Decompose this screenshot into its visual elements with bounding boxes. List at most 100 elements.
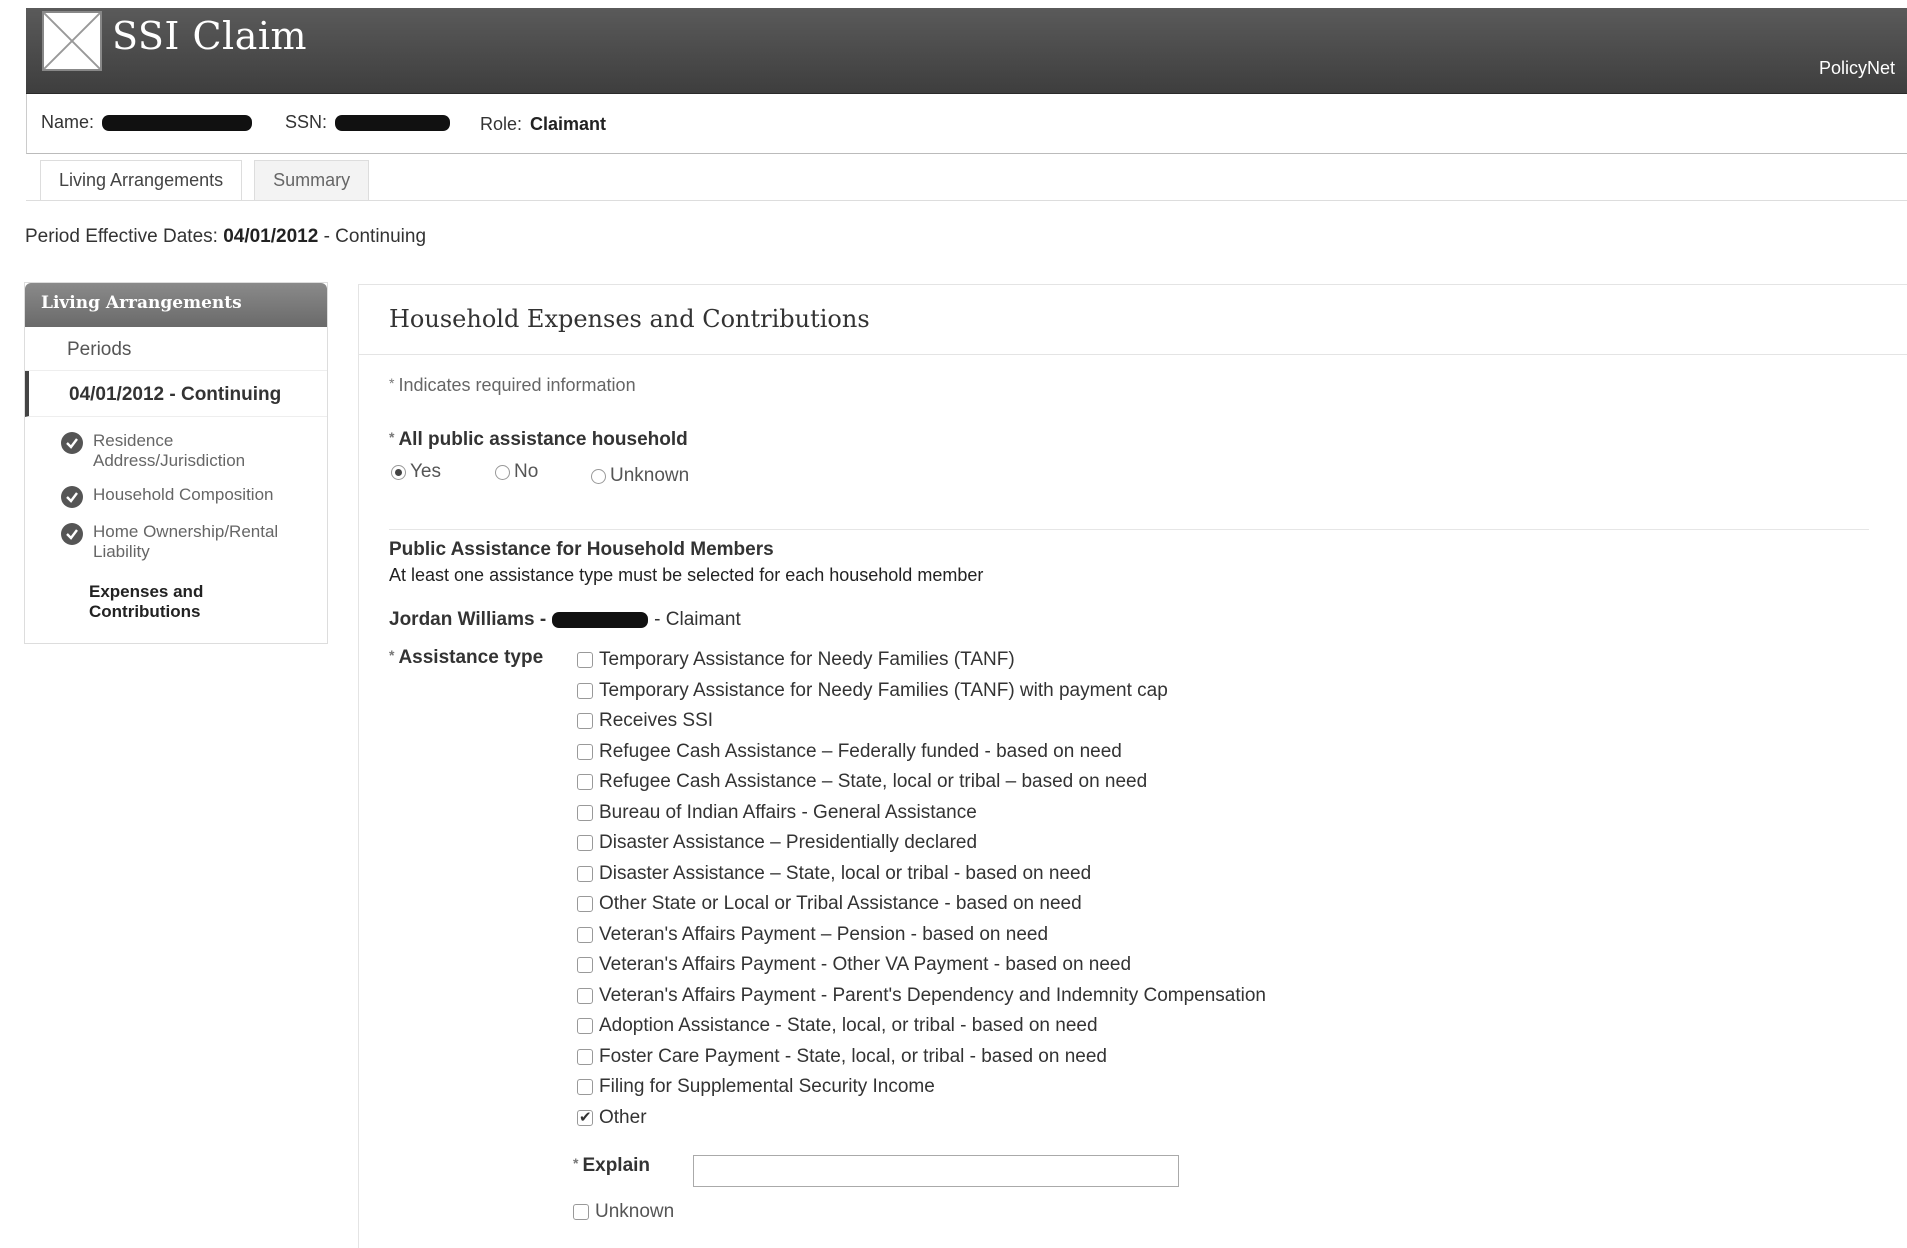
radio-yes[interactable]: Yes — [391, 461, 441, 483]
explain-label-text: Explain — [582, 1155, 651, 1176]
checkbox-label: Temporary Assistance for Needy Families … — [599, 679, 1168, 701]
sidebar: Living Arrangements Periods 04/01/2012 -… — [24, 282, 328, 644]
assistance-type-option[interactable]: Filing for Supplemental Security Income — [577, 1076, 935, 1098]
checkbox[interactable] — [577, 713, 593, 729]
assistance-type-option[interactable]: Foster Care Payment - State, local, or t… — [577, 1046, 1107, 1068]
assistance-type-option[interactable]: Refugee Cash Assistance – State, local o… — [577, 771, 1147, 793]
sidebar-step-label: Home Ownership/Rental Liability — [93, 522, 279, 561]
sidebar-step-label: Household Composition — [93, 485, 274, 504]
check-circle-icon — [61, 486, 83, 508]
brand-link[interactable]: PolicyNet — [1819, 58, 1895, 79]
checkbox[interactable] — [577, 1079, 593, 1095]
required-note: * Indicates required information — [389, 375, 636, 395]
checkbox[interactable] — [577, 835, 593, 851]
required-note-text: Indicates required information — [398, 375, 636, 395]
members-note: At least one assistance type must be sel… — [389, 565, 984, 585]
assistance-type-option[interactable]: Receives SSI — [577, 710, 713, 732]
assistance-type-option[interactable]: Bureau of Indian Affairs - General Assis… — [577, 802, 977, 824]
role-label: Role: — [480, 114, 523, 134]
radio-button[interactable] — [591, 468, 606, 484]
section-title: Household Expenses and Contributions — [359, 285, 1907, 355]
radio-label: Unknown — [610, 465, 690, 486]
radio-no[interactable]: No — [495, 461, 538, 483]
assistance-type-option[interactable]: Disaster Assistance – State, local or tr… — [577, 863, 1091, 885]
radio-button[interactable] — [391, 464, 406, 480]
sidebar-periods[interactable]: Periods — [25, 327, 327, 371]
checkbox-label: Adoption Assistance - State, local, or t… — [599, 1015, 1098, 1036]
assistance-type-option[interactable]: Veteran's Affairs Payment – Pension - ba… — [577, 924, 1048, 946]
period-effective-dates: Period Effective Dates: 04/01/2012 - Con… — [25, 226, 426, 248]
checkbox[interactable] — [577, 896, 593, 912]
checkbox[interactable] — [577, 926, 593, 943]
checkbox[interactable] — [577, 774, 593, 790]
redacted-name — [102, 114, 253, 131]
ssn-label: SSN: — [285, 112, 328, 132]
checkbox[interactable] — [577, 987, 593, 1004]
sidebar-step-household-composition[interactable]: Household Composition — [25, 477, 327, 514]
claimant-info-bar: Name: SSN: Role: Claimant — [26, 94, 1907, 154]
checkbox[interactable] — [577, 804, 593, 821]
claimant-ssn: SSN: — [285, 112, 451, 133]
checkbox[interactable] — [577, 957, 593, 973]
assistance-type-option[interactable]: Veteran's Affairs Payment - Parent's Dep… — [577, 985, 1266, 1007]
image-placeholder-icon — [42, 11, 102, 71]
radio-label: No — [514, 461, 539, 482]
period-end: - Continuing — [323, 226, 427, 247]
sidebar-step-home-ownership[interactable]: Home Ownership/Rental Liability — [25, 514, 327, 568]
sidebar-period-item[interactable]: 04/01/2012 - Continuing — [25, 371, 327, 417]
checkbox-label: Veteran's Affairs Payment - Other VA Pay… — [599, 954, 1132, 975]
explain-label: * Explain — [573, 1155, 651, 1176]
checkbox-label: Veteran's Affairs Payment – Pension - ba… — [599, 923, 1049, 945]
members-heading: Public Assistance for Household Members — [389, 539, 774, 560]
member-name: Jordan Williams - — [389, 609, 547, 630]
redacted-ssn — [335, 114, 451, 131]
redacted-member-ssn — [552, 612, 649, 628]
assistance-type-option[interactable]: Temporary Assistance for Needy Families … — [577, 680, 1168, 702]
radio-unknown[interactable]: Unknown — [591, 465, 689, 487]
public-assistance-question: * All public assistance household — [389, 429, 688, 450]
claimant-role: Role: Claimant — [480, 114, 606, 135]
tab-living-arrangements[interactable]: Living Arrangements — [40, 160, 243, 200]
assistance-type-option[interactable]: Disaster Assistance – Presidentially dec… — [577, 832, 977, 854]
sidebar-step-residence[interactable]: Residence Address/Jurisdiction — [25, 423, 327, 477]
assistance-type-option[interactable]: Other — [577, 1107, 647, 1129]
sidebar-step-label: Residence Address/Jurisdiction — [93, 431, 246, 470]
member-role: - Claimant — [654, 609, 741, 630]
checkbox-label: Other State or Local or Tribal Assistanc… — [599, 893, 1082, 914]
checkbox[interactable] — [577, 682, 593, 699]
assistance-type-label: * Assistance type — [389, 647, 544, 668]
checkbox[interactable] — [577, 1108, 593, 1126]
assistance-type-option[interactable]: Veteran's Affairs Payment - Other VA Pay… — [577, 954, 1131, 976]
checkbox-label: Disaster Assistance – State, local or tr… — [599, 862, 1092, 884]
assistance-type-option[interactable]: Adoption Assistance - State, local, or t… — [577, 1015, 1098, 1037]
name-label: Name: — [41, 112, 95, 132]
assistance-type-text: Assistance type — [398, 647, 544, 668]
checkbox[interactable] — [577, 652, 593, 668]
checkbox[interactable] — [573, 1204, 589, 1220]
period-start: 04/01/2012 — [223, 226, 319, 247]
checkbox[interactable] — [577, 743, 593, 760]
checkbox-label: Foster Care Payment - State, local, or t… — [599, 1045, 1107, 1067]
checkbox[interactable] — [577, 865, 593, 882]
app-header: SSI Claim PolicyNet — [26, 8, 1907, 94]
checkbox-label: Other — [599, 1106, 647, 1128]
checkbox[interactable] — [577, 1018, 593, 1034]
sidebar-step-expenses[interactable]: Expenses and Contributions — [25, 574, 327, 628]
checkbox-label: Disaster Assistance – Presidentially dec… — [599, 832, 978, 853]
divider — [389, 529, 1869, 530]
radio-label: Yes — [410, 461, 441, 482]
checkbox-label: Refugee Cash Assistance – State, local o… — [599, 771, 1148, 792]
radio-button[interactable] — [495, 464, 510, 480]
checkbox-label: Veteran's Affairs Payment - Parent's Dep… — [599, 984, 1267, 1006]
tab-summary[interactable]: Summary — [254, 160, 370, 200]
checkbox[interactable] — [577, 1048, 593, 1065]
check-circle-icon — [61, 432, 83, 454]
assistance-type-option[interactable]: Temporary Assistance for Needy Families … — [577, 649, 1015, 671]
logo-svg — [44, 13, 100, 69]
checkbox-unknown[interactable]: Unknown — [573, 1201, 674, 1223]
assistance-type-option[interactable]: Refugee Cash Assistance – Federally fund… — [577, 741, 1122, 763]
checkbox-label: Unknown — [595, 1201, 675, 1222]
assistance-type-option[interactable]: Other State or Local or Tribal Assistanc… — [577, 893, 1082, 915]
tab-bar: Living Arrangements Summary — [40, 160, 370, 200]
explain-input[interactable] — [693, 1155, 1179, 1187]
